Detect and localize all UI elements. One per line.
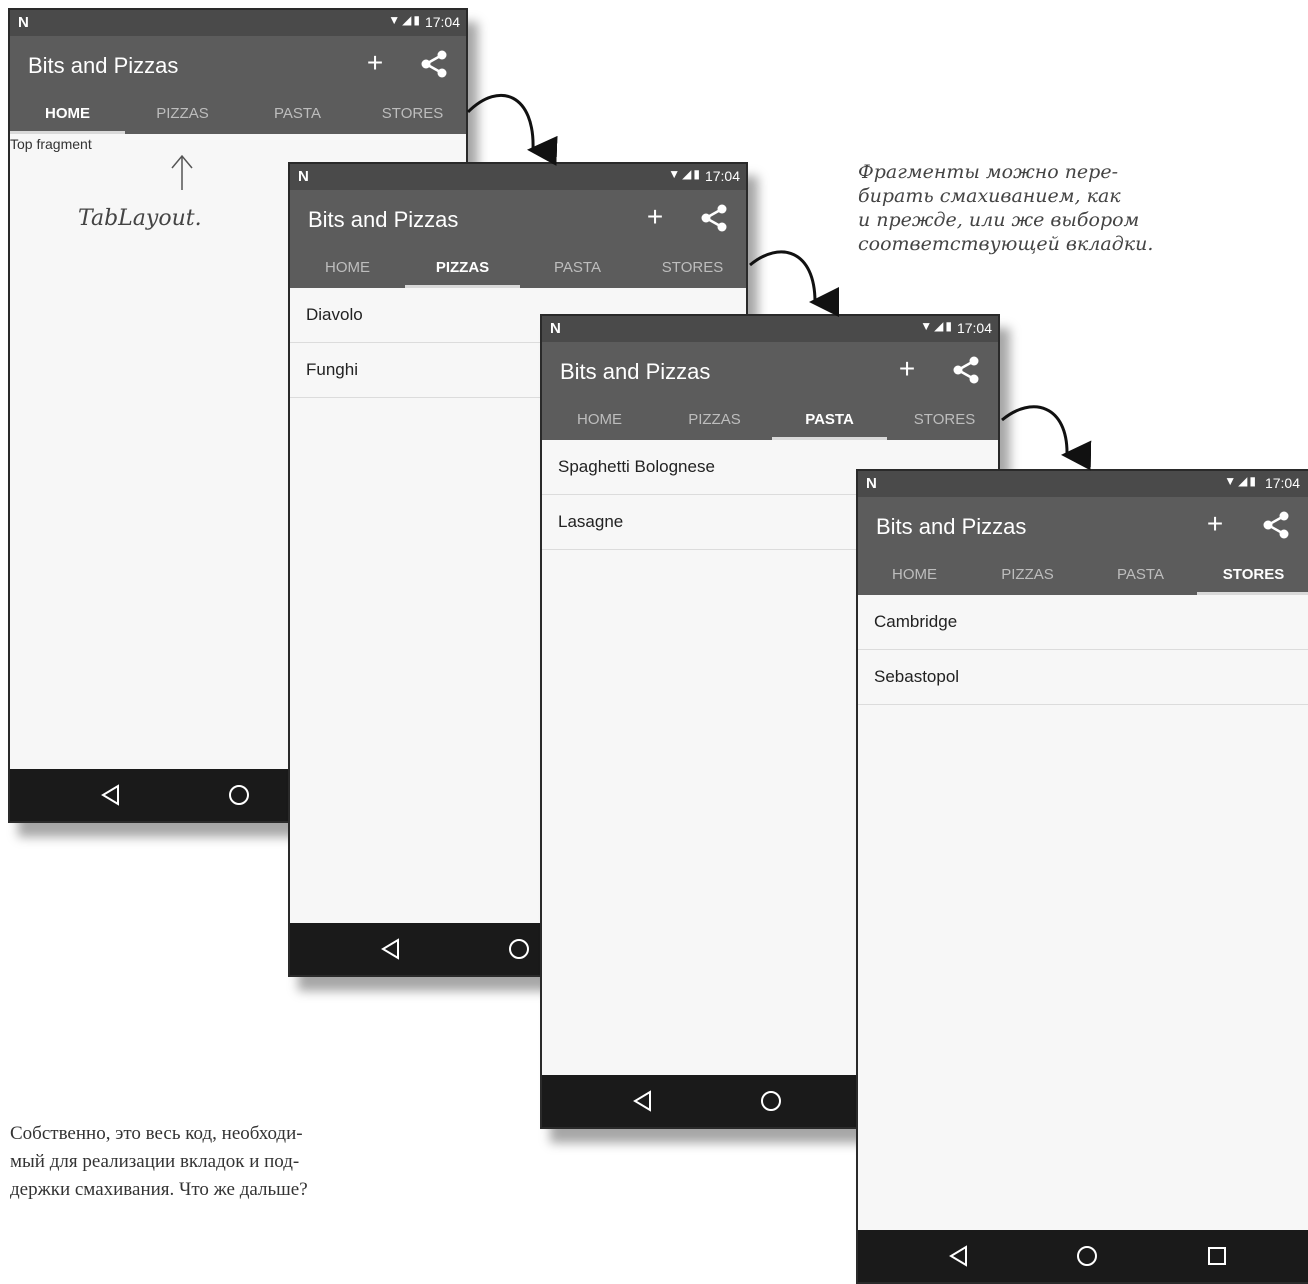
- status-time: 17:04: [424, 14, 460, 30]
- screen-stores: N ▼◢▮ 17:04 Bits and Pizzas + HOME PIZZA…: [856, 469, 1308, 1284]
- swipe-annotation-line: Фрагменты можно пере-: [858, 161, 1118, 183]
- back-icon[interactable]: [946, 1243, 972, 1269]
- app-bar: Bits and Pizzas +: [858, 497, 1308, 557]
- nav-bar: [858, 1230, 1308, 1282]
- back-icon[interactable]: [630, 1088, 656, 1114]
- app-title: Bits and Pizzas: [308, 207, 459, 232]
- status-time: 17:04: [704, 168, 740, 184]
- app-bar: Bits and Pizzas +: [10, 36, 466, 96]
- swipe-annotation-line: соответствующей вкладки.: [858, 233, 1154, 255]
- tab-pasta[interactable]: PASTA: [772, 402, 887, 440]
- tab-pasta[interactable]: PASTA: [1084, 557, 1197, 595]
- plus-icon[interactable]: +: [892, 354, 922, 384]
- arrow-home-to-pizzas: [466, 93, 558, 166]
- home-icon[interactable]: [506, 936, 532, 962]
- tab-pizzas[interactable]: PIZZAS: [125, 96, 240, 134]
- tab-home[interactable]: HOME: [290, 250, 405, 288]
- tab-stores[interactable]: STORES: [635, 250, 746, 288]
- arrow-pasta-to-stores: [1001, 405, 1092, 471]
- tab-pizzas[interactable]: PIZZAS: [657, 402, 772, 440]
- tab-layout: HOME PIZZAS PASTA STORES: [858, 557, 1308, 595]
- app-bar: Bits and Pizzas +: [542, 342, 998, 402]
- home-icon[interactable]: [1074, 1243, 1100, 1269]
- body-caption: Собственно, это весь код, необходи- мый …: [10, 1120, 308, 1204]
- tab-home[interactable]: HOME: [858, 557, 971, 595]
- n-logo-icon: N: [866, 475, 877, 492]
- status-bar: N ▼◢▮ 17:04: [10, 10, 466, 36]
- swipe-annotation-line: и прежде, или же выбором: [858, 209, 1140, 231]
- swipe-annotation: Фрагменты можно пере- бирать смахиванием…: [858, 160, 1153, 256]
- signal-battery-icon: ▼◢▮: [1224, 474, 1258, 488]
- tablayout-annotation: TabLayout.: [78, 206, 202, 231]
- app-bar: Bits and Pizzas +: [290, 190, 746, 250]
- back-icon[interactable]: [378, 936, 404, 962]
- tab-stores[interactable]: STORES: [1197, 557, 1308, 595]
- status-time: 17:04: [1264, 475, 1300, 491]
- app-title: Bits and Pizzas: [28, 53, 179, 78]
- back-icon[interactable]: [98, 782, 124, 808]
- share-icon[interactable]: [698, 202, 730, 234]
- plus-icon[interactable]: +: [1200, 509, 1230, 539]
- tab-stores[interactable]: STORES: [887, 402, 998, 440]
- share-icon[interactable]: [418, 48, 450, 80]
- tab-pasta[interactable]: PASTA: [240, 96, 355, 134]
- status-bar: N ▼◢▮ 17:04: [542, 316, 998, 342]
- tab-pizzas[interactable]: PIZZAS: [405, 250, 520, 288]
- app-title: Bits and Pizzas: [876, 514, 1027, 539]
- signal-battery-icon: ▼◢▮: [388, 13, 422, 27]
- body-caption-line: держки смахивания. Что же дальше?: [10, 1179, 308, 1200]
- home-icon[interactable]: [226, 782, 252, 808]
- body-caption-line: Собственно, это весь код, необходи-: [10, 1123, 303, 1144]
- swipe-annotation-line: бирать смахиванием, как: [858, 185, 1121, 207]
- tab-layout: HOME PIZZAS PASTA STORES: [542, 402, 998, 440]
- share-icon[interactable]: [950, 354, 982, 386]
- list-item[interactable]: Cambridge: [858, 595, 1308, 650]
- arrow-pizzas-to-pasta: [749, 250, 840, 317]
- signal-battery-icon: ▼◢▮: [668, 167, 702, 181]
- home-icon[interactable]: [758, 1088, 784, 1114]
- top-fragment-text: Top fragment: [10, 136, 92, 152]
- body-caption-line: мый для реализации вкладок и под-: [10, 1151, 300, 1172]
- signal-battery-icon: ▼◢▮: [920, 319, 954, 333]
- n-logo-icon: N: [18, 14, 29, 31]
- plus-icon[interactable]: +: [360, 48, 390, 78]
- tab-stores[interactable]: STORES: [355, 96, 466, 134]
- app-title: Bits and Pizzas: [560, 359, 711, 384]
- tab-pasta[interactable]: PASTA: [520, 250, 635, 288]
- tab-layout: HOME PIZZAS PASTA STORES: [10, 96, 466, 134]
- tab-pizzas[interactable]: PIZZAS: [971, 557, 1084, 595]
- status-bar: N ▼◢▮ 17:04: [858, 471, 1308, 497]
- tab-home[interactable]: HOME: [10, 96, 125, 134]
- stores-list: Cambridge Sebastopol: [858, 595, 1308, 1230]
- tab-home[interactable]: HOME: [542, 402, 657, 440]
- share-icon[interactable]: [1260, 509, 1292, 541]
- n-logo-icon: N: [550, 320, 561, 337]
- recents-icon[interactable]: [1204, 1243, 1230, 1269]
- plus-icon[interactable]: +: [640, 202, 670, 232]
- status-bar: N ▼◢▮ 17:04: [290, 164, 746, 190]
- status-time: 17:04: [956, 320, 992, 336]
- list-item[interactable]: Sebastopol: [858, 650, 1308, 705]
- n-logo-icon: N: [298, 168, 309, 185]
- tab-layout: HOME PIZZAS PASTA STORES: [290, 250, 746, 288]
